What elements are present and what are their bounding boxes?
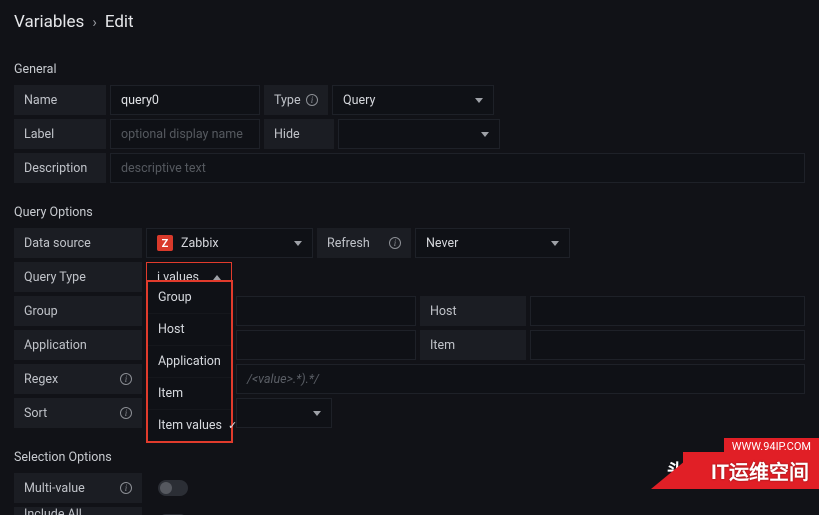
refresh-select[interactable]: Never [415,228,570,258]
chevron-down-icon [551,241,559,246]
label-input-placeholder: optional display name [121,127,243,142]
label-name: Name [14,85,106,115]
includeall-toggle-cell [146,507,188,515]
info-icon[interactable]: i [120,373,132,385]
chevron-down-icon [313,411,321,416]
info-icon[interactable]: i [120,407,132,419]
querytype-dropdown: Group Host Application Item Item values … [146,280,233,443]
check-icon: ✓ [228,419,237,432]
type-select-value: Query [343,93,375,108]
dropdown-text: Host [158,322,185,337]
chevron-down-icon [481,132,489,137]
watermark-bigtext: IT运维空间 [683,452,819,489]
info-icon[interactable]: i [120,482,132,494]
label-datasource: Data source [14,228,142,258]
group-input[interactable] [236,296,416,326]
label-regex-text: Regex [24,372,58,387]
chevron-up-icon [213,275,221,280]
label-regex: Regex i [14,364,142,394]
datasource-select[interactable]: Z Zabbix [146,228,313,258]
dropdown-item-group[interactable]: Group [148,282,231,314]
label-sort: Sort i [14,398,142,428]
datasource-value: Zabbix [181,236,219,251]
regex-input[interactable]: /<value>.*).*/ [236,364,805,394]
hide-select[interactable] [338,119,500,149]
application-input[interactable] [236,330,416,360]
label-querytype: Query Type [14,262,142,292]
type-select[interactable]: Query [332,85,494,115]
label-multivalue-text: Multi-value [24,481,85,496]
label-label: Label [14,119,106,149]
multivalue-toggle[interactable] [158,480,188,496]
dropdown-text: Application [158,354,221,369]
breadcrumb-main[interactable]: Variables [14,12,84,32]
info-icon[interactable]: i [306,94,318,106]
description-input[interactable]: descriptive text [110,153,805,183]
breadcrumb-sub: Edit [105,12,134,32]
label-description: Description [14,153,106,183]
dropdown-text: Item values [158,418,222,433]
section-queryoptions-header: Query Options [14,205,805,220]
name-input[interactable]: query0 [110,85,260,115]
label-sort-text: Sort [24,406,47,421]
label-input[interactable]: optional display name [110,119,260,149]
label-hide: Hide [264,119,334,149]
info-icon[interactable]: i [389,237,401,249]
multivalue-toggle-cell [146,473,188,503]
item-input[interactable] [530,330,805,360]
chevron-down-icon [475,98,483,103]
dropdown-text: Item [158,386,183,401]
description-placeholder: descriptive text [121,161,206,176]
chevron-right-icon: › [92,13,97,31]
label-multivalue: Multi-value i [14,473,142,503]
dropdown-item-application[interactable]: Application [148,346,231,378]
section-general-header: General [14,62,805,77]
label-type-text: Type [274,93,301,108]
name-input-value: query0 [121,93,159,108]
label-application: Application [14,330,142,360]
regex-placeholder: /<value>.*).*/ [247,372,319,387]
sort-select[interactable] [236,398,332,428]
dropdown-item-host[interactable]: Host [148,314,231,346]
label-item: Item [420,330,526,360]
refresh-value: Never [426,236,458,251]
watermark-url: WWW.94IP.COM [724,438,819,455]
host-input[interactable] [530,296,805,326]
label-includeall: Include All option i [14,507,142,515]
label-refresh-text: Refresh [327,236,370,251]
chevron-down-icon [294,241,302,246]
dropdown-text: Group [158,290,192,305]
label-host: Host [420,296,526,326]
breadcrumb: Variables › Edit [14,12,805,32]
label-group: Group [14,296,142,326]
label-type: Type i [264,85,328,115]
label-refresh: Refresh i [317,228,411,258]
zabbix-icon: Z [157,235,173,251]
label-includeall-text: Include All option [24,507,120,515]
dropdown-item-itemvalues[interactable]: Item values ✓ [148,410,231,441]
dropdown-item-item[interactable]: Item [148,378,231,410]
